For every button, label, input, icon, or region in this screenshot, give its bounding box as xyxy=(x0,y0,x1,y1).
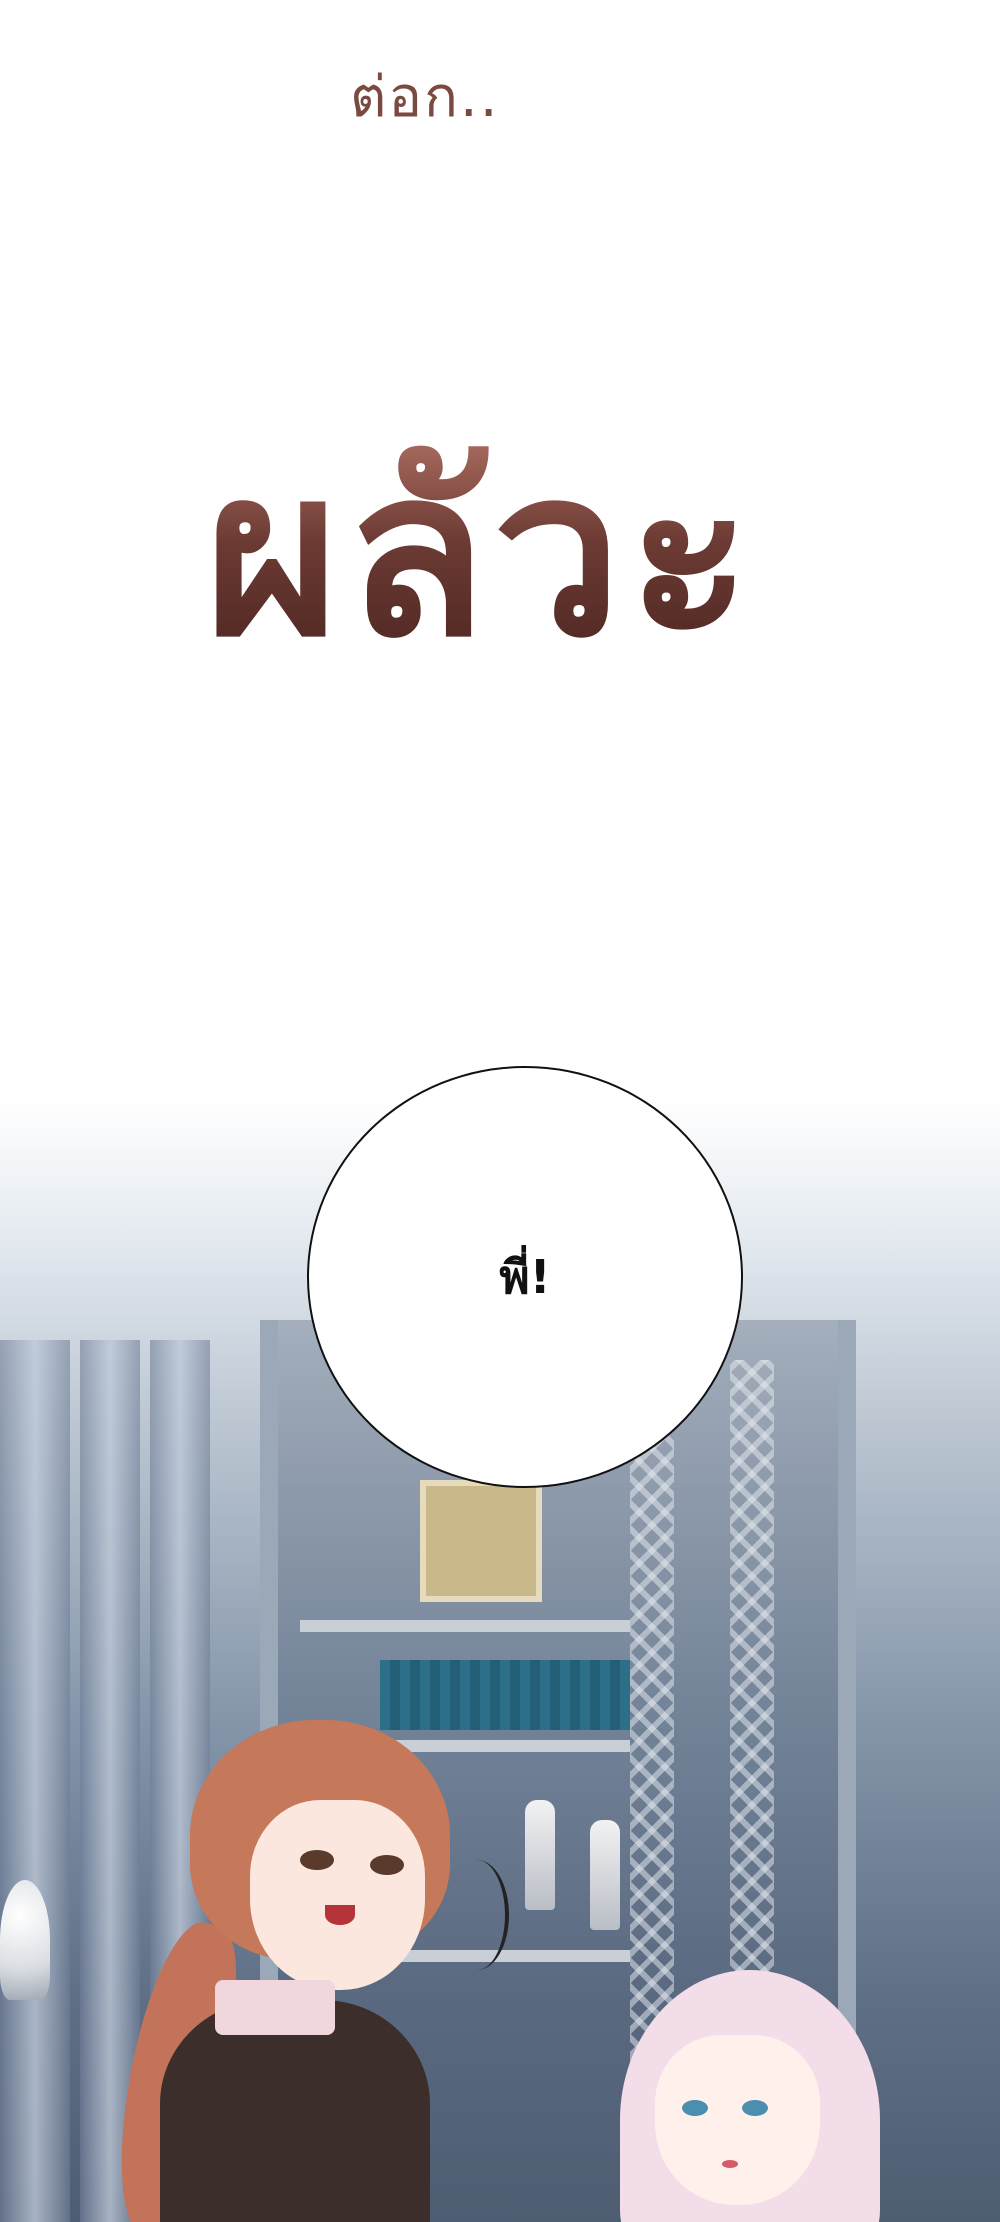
curtain-fold xyxy=(0,1340,70,2222)
motion-line-icon xyxy=(445,1860,509,1970)
speech-bubble: พี่! xyxy=(307,1066,743,1488)
character-face xyxy=(250,1800,425,1990)
shelf-board xyxy=(300,1620,630,1632)
trophy-icon xyxy=(590,1820,620,1930)
second-character-face xyxy=(655,2035,820,2205)
character-collar xyxy=(215,1980,335,2035)
caption-text: ต่อก.. xyxy=(350,65,500,130)
lamp-icon xyxy=(0,1880,50,2000)
character-eye xyxy=(370,1855,404,1875)
trophy-icon xyxy=(525,1800,555,1910)
sound-effect-text: ผลัวะ xyxy=(205,421,758,688)
second-character-eye xyxy=(682,2100,708,2116)
book-row xyxy=(380,1660,630,1730)
speech-bubble-text: พี่! xyxy=(499,1249,551,1304)
second-character-mouth xyxy=(722,2160,738,2168)
second-character-eye xyxy=(742,2100,768,2116)
character-eye xyxy=(300,1850,334,1870)
character-mouth xyxy=(325,1905,355,1925)
clock-icon xyxy=(420,1480,542,1602)
